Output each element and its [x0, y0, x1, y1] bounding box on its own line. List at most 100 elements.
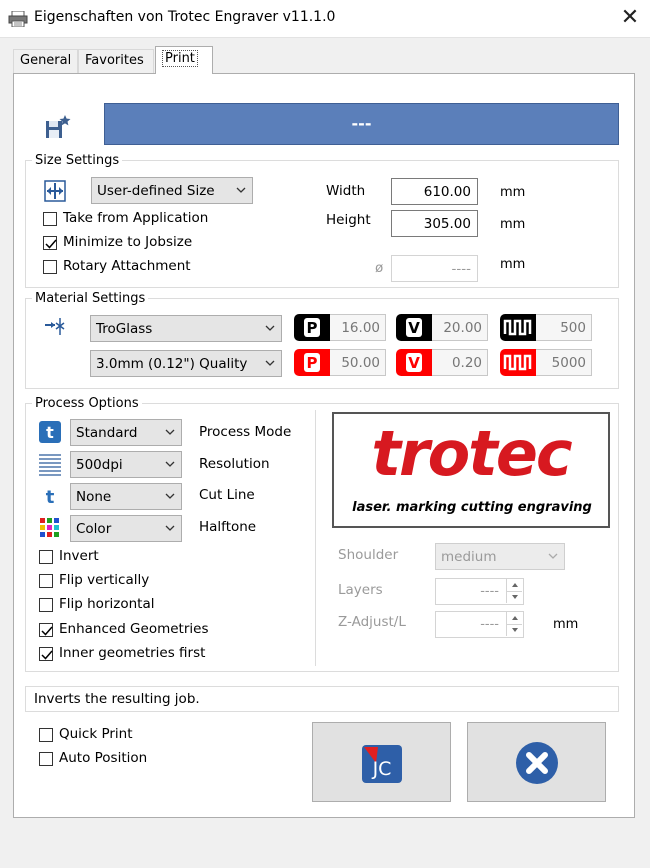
halftone-icon — [38, 516, 62, 540]
engrave-velocity-field[interactable]: 20.00 — [432, 314, 488, 341]
svg-text:JC: JC — [372, 758, 392, 780]
power-icon: P — [294, 314, 330, 341]
engrave-power-field[interactable]: 16.00 — [330, 314, 386, 341]
svg-text:V: V — [408, 354, 420, 372]
resolution-icon — [38, 452, 62, 476]
quick-print-checkbox[interactable] — [39, 728, 53, 742]
material-select[interactable]: TroGlass — [90, 315, 282, 342]
size-select-value: User-defined Size — [97, 183, 215, 199]
invert-label: Invert — [59, 548, 99, 564]
engrave-frequency-box: 500 — [500, 314, 592, 341]
flip-horizontal-checkbox[interactable] — [39, 598, 53, 612]
frequency-icon — [500, 349, 536, 376]
width-field[interactable]: 610.00 — [391, 178, 478, 205]
invert-checkbox[interactable] — [39, 550, 53, 564]
take-from-application-checkbox[interactable] — [43, 212, 57, 226]
material-settings-legend: Material Settings — [32, 291, 149, 306]
cut-power-field[interactable]: 50.00 — [330, 349, 386, 376]
halftone-label: Halftone — [199, 519, 257, 535]
jobcontrol-print-button[interactable]: JC — [312, 722, 451, 802]
height-unit: mm — [500, 217, 526, 232]
rotary-attachment-label: Rotary Attachment — [63, 258, 191, 274]
size-icon — [42, 178, 68, 204]
cancel-icon — [515, 741, 559, 785]
take-from-application-label: Take from Application — [63, 210, 209, 226]
tab-print-label: Print — [162, 50, 198, 67]
spinner-up-icon[interactable] — [506, 612, 522, 624]
engrave-frequency-field[interactable]: 500 — [536, 314, 592, 341]
jobcontrol-icon: JC — [360, 741, 404, 785]
subpanel-divider — [315, 410, 316, 666]
cut-velocity-field[interactable]: 0.20 — [432, 349, 488, 376]
job-name-bar[interactable]: --- — [104, 103, 619, 145]
height-field[interactable]: 305.00 — [391, 210, 478, 237]
width-label: Width — [326, 183, 366, 199]
shoulder-select[interactable]: medium — [435, 543, 565, 570]
material-select-value: TroGlass — [96, 321, 153, 337]
trotec-logo: trotec laser. marking cutting engraving — [332, 412, 610, 528]
cut-line-select[interactable]: None — [70, 483, 182, 510]
layers-label: Layers — [338, 582, 383, 598]
halftone-value: Color — [76, 521, 112, 537]
power-icon: P — [294, 349, 330, 376]
svg-text:P: P — [307, 354, 318, 372]
size-select[interactable]: User-defined Size — [91, 177, 253, 204]
process-mode-select[interactable]: Standard — [70, 419, 182, 446]
auto-position-checkbox[interactable] — [39, 752, 53, 766]
cut-line-label: Cut Line — [199, 487, 255, 503]
engrave-power-box: P 16.00 — [294, 314, 386, 341]
save-favorite-icon[interactable] — [42, 113, 72, 141]
process-mode-icon: t — [38, 420, 62, 444]
enhanced-geometries-checkbox[interactable] — [39, 623, 53, 637]
spinner-up-icon[interactable] — [506, 579, 522, 591]
chevron-down-icon — [165, 525, 175, 531]
cancel-button[interactable] — [467, 722, 606, 802]
chevron-down-icon — [165, 429, 175, 435]
enhanced-geometries-label: Enhanced Geometries — [59, 621, 209, 637]
process-mode-value: Standard — [76, 425, 138, 441]
z-adjust-unit: mm — [553, 617, 579, 632]
status-text: Inverts the resulting job. — [25, 686, 619, 712]
velocity-icon: V — [396, 349, 432, 376]
tab-print[interactable]: Print — [155, 46, 213, 74]
diameter-symbol: ø — [375, 260, 384, 276]
size-settings-legend: Size Settings — [32, 153, 123, 168]
logo-tagline: laser. marking cutting engraving — [352, 500, 592, 515]
cut-line-value: None — [76, 489, 112, 505]
inner-geometries-first-checkbox[interactable] — [39, 647, 53, 661]
process-options-legend: Process Options — [32, 396, 142, 411]
height-label: Height — [326, 212, 371, 228]
flip-vertically-label: Flip vertically — [59, 572, 150, 588]
window-title: Eigenschaften von Trotec Engraver v11.1.… — [34, 9, 336, 25]
layers-value: ---- — [480, 584, 499, 599]
flip-horizontal-label: Flip horizontal — [59, 596, 155, 612]
velocity-icon: V — [396, 314, 432, 341]
flip-vertically-checkbox[interactable] — [39, 574, 53, 588]
logo-word: trotec — [371, 417, 572, 490]
quality-select-value: 3.0mm (0.12") Quality — [96, 356, 248, 372]
cut-frequency-box: 5000 — [500, 349, 592, 376]
diameter-unit: mm — [500, 257, 526, 272]
z-adjust-label: Z-Adjust/L — [338, 614, 406, 630]
z-adjust-spinner[interactable]: ---- — [435, 611, 524, 638]
diameter-field[interactable]: ---- — [391, 255, 478, 282]
chevron-down-icon — [548, 553, 558, 559]
tab-favorites[interactable]: Favorites — [78, 49, 154, 73]
halftone-select[interactable]: Color — [70, 515, 182, 542]
minimize-to-jobsize-checkbox[interactable] — [43, 236, 57, 250]
engrave-velocity-box: V 20.00 — [396, 314, 488, 341]
auto-position-label: Auto Position — [59, 750, 148, 766]
spinner-down-icon[interactable] — [506, 591, 522, 603]
tab-general[interactable]: General — [13, 49, 78, 73]
rotary-attachment-checkbox[interactable] — [43, 260, 57, 274]
resolution-select[interactable]: 500dpi — [70, 451, 182, 478]
material-icon[interactable] — [42, 315, 70, 341]
cut-line-icon: t — [38, 484, 62, 508]
quality-select[interactable]: 3.0mm (0.12") Quality — [90, 350, 282, 377]
layers-spinner[interactable]: ---- — [435, 578, 524, 605]
resolution-label: Resolution — [199, 456, 270, 472]
spinner-down-icon[interactable] — [506, 624, 522, 636]
close-icon[interactable]: ✕ — [615, 4, 645, 32]
resolution-value: 500dpi — [76, 457, 123, 473]
cut-frequency-field[interactable]: 5000 — [536, 349, 592, 376]
